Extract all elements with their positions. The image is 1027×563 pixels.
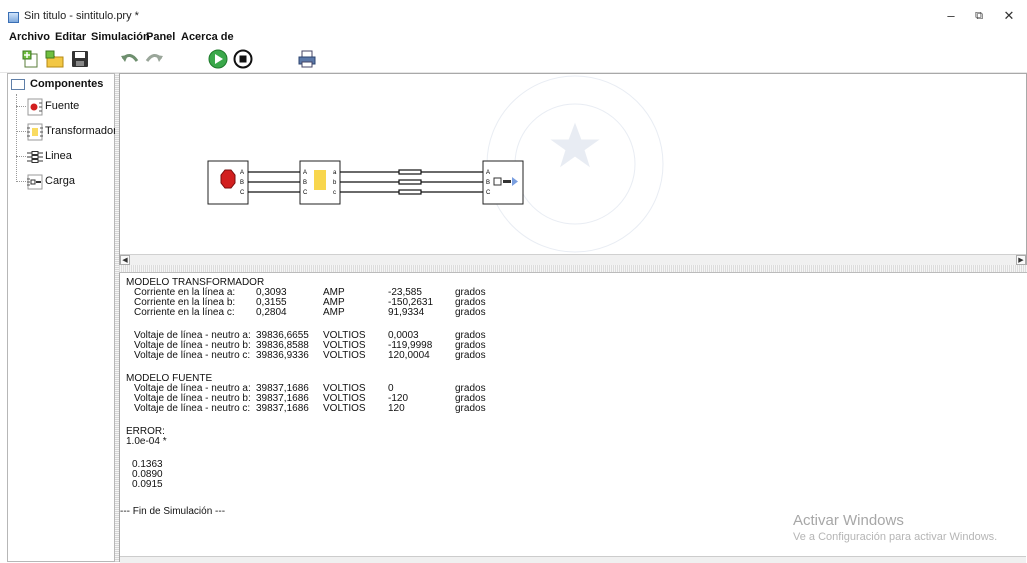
activation-watermark-title: Activar Windows — [793, 512, 904, 529]
components-tree: Componentes Fuente Transformador Linea C… — [7, 73, 117, 562]
source-voltage-c-angle: 120 — [388, 403, 405, 414]
trafo-voltage-c-value: 39836,9336 — [256, 350, 309, 361]
app-icon — [8, 12, 19, 23]
end-of-simulation: --- Fin de Simulación --- — [120, 506, 226, 517]
trafo-voltage-c-angle-unit: grados — [455, 350, 486, 361]
tree-root-label: Componentes — [30, 78, 104, 90]
load-block[interactable]: A B C — [482, 160, 524, 205]
trafo-in-b: B — [303, 180, 307, 186]
folder-icon — [11, 79, 25, 90]
trafo-current-c-unit: AMP — [323, 307, 345, 318]
source-terminal-a: A — [240, 170, 244, 176]
load-in-c: C — [486, 190, 491, 196]
menu-bar: Archivo Editar Simulación Panel Acerca d… — [0, 30, 1027, 45]
trafo-current-c-label: Corriente en la línea c: — [134, 307, 235, 318]
source-voltage-c-unit: VOLTIOS — [323, 403, 366, 414]
redo-icon[interactable] — [144, 49, 164, 69]
load-icon — [27, 173, 43, 191]
menu-archivo[interactable]: Archivo — [9, 31, 50, 43]
source-voltage-c-angle-unit: grados — [455, 403, 486, 414]
undo-icon[interactable] — [120, 49, 140, 69]
tree-connector — [16, 94, 17, 182]
source-terminal-b: B — [240, 180, 244, 186]
wires-source-trafo — [248, 171, 300, 193]
tree-item-label: Carga — [45, 175, 75, 187]
horizontal-splitter[interactable] — [119, 265, 1027, 273]
close-button[interactable]: ✕ — [995, 6, 1023, 26]
canvas-scrollbar[interactable]: ◀ ▶ — [120, 254, 1026, 265]
transformer-block[interactable]: A B C a b c — [299, 160, 341, 205]
print-icon[interactable] — [297, 49, 317, 69]
source-voltage-c-value: 39837,1686 — [256, 403, 309, 414]
menu-simulacion[interactable]: Simulación — [91, 31, 150, 43]
circuit-diagram: A B C A B C a b c A B C — [207, 75, 664, 253]
trafo-voltage-c-unit: VOLTIOS — [323, 350, 366, 361]
error-value-3: 0.0915 — [132, 479, 163, 490]
tree-item-label: Transformador — [45, 125, 117, 137]
trafo-voltage-c-angle: 120,0004 — [388, 350, 430, 361]
menu-panel[interactable]: Panel — [146, 31, 175, 43]
line-block[interactable] — [340, 169, 483, 195]
source-block[interactable]: A B C — [207, 160, 249, 205]
toolbar — [0, 45, 1027, 73]
new-project-icon[interactable] — [21, 49, 41, 69]
trafo-current-c-value: 0,2804 — [256, 307, 287, 318]
source-icon — [27, 98, 43, 116]
diagram-canvas[interactable]: A B C A B C a b c A B C — [119, 73, 1027, 265]
trafo-out-c: c — [333, 190, 336, 196]
stop-simulation-icon[interactable] — [233, 49, 253, 69]
scroll-right-arrow[interactable]: ▶ — [1016, 255, 1026, 265]
trafo-in-c: C — [303, 190, 308, 196]
save-icon[interactable] — [70, 49, 90, 69]
title-bar: Sin titulo - sintitulo.pry * – ⧉ ✕ — [0, 0, 1027, 30]
maximize-button[interactable]: ⧉ — [965, 6, 993, 26]
tree-item-label: Linea — [45, 150, 72, 162]
line-icon — [27, 148, 43, 166]
error-scale: 1.0e-04 * — [126, 436, 167, 447]
scroll-left-arrow[interactable]: ◀ — [120, 255, 130, 265]
transformer-icon — [27, 123, 43, 141]
window-title: Sin titulo - sintitulo.pry * — [24, 10, 139, 22]
trafo-voltage-c-label: Voltaje de línea - neutro c: — [134, 350, 251, 361]
menu-editar[interactable]: Editar — [55, 31, 86, 43]
menu-acerca-de[interactable]: Acerca de — [181, 31, 234, 43]
trafo-current-c-angle-unit: grados — [455, 307, 486, 318]
tree-item-label: Fuente — [45, 100, 80, 112]
activation-watermark-subtitle: Ve a Configuración para activar Windows. — [793, 531, 998, 543]
open-folder-icon[interactable] — [45, 49, 65, 69]
run-simulation-icon[interactable] — [208, 49, 228, 69]
minimize-button[interactable]: – — [937, 6, 965, 26]
source-voltage-c-label: Voltaje de línea - neutro c: — [134, 403, 251, 414]
trafo-in-a: A — [303, 170, 307, 176]
trafo-current-c-angle: 91,9334 — [388, 307, 425, 318]
load-in-b: B — [486, 180, 490, 186]
load-in-a: A — [486, 170, 490, 176]
source-terminal-c: C — [240, 190, 245, 196]
